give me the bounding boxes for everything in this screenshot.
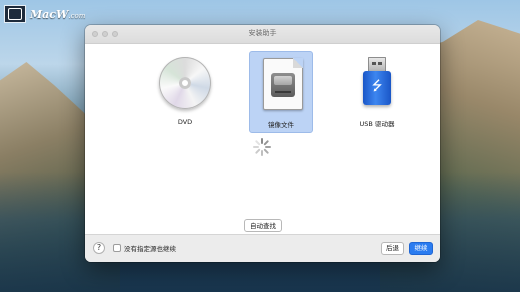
continue-without-source-label[interactable]: 没有指定源也继续 xyxy=(124,243,176,253)
loading-spinner-icon xyxy=(253,138,271,156)
dvd-disc-icon xyxy=(159,57,211,109)
option-dvd[interactable]: DVD xyxy=(153,51,217,133)
disk-image-file-icon xyxy=(263,58,303,110)
window-title: 安装助手 xyxy=(248,29,277,37)
watermark-logo: MacW.com xyxy=(4,5,85,23)
footer-bar: ? 没有指定源也继续 后退 继续 xyxy=(85,234,440,262)
watermark-text: MacW xyxy=(30,7,69,21)
option-disk-image-label: 镜像文件 xyxy=(268,121,294,129)
option-disk-image[interactable]: 镜像文件 xyxy=(249,51,313,133)
option-usb-drive-label: USB 驱动器 xyxy=(359,120,395,128)
auto-find-button[interactable]: 自动查找 xyxy=(244,219,282,232)
continue-without-source-checkbox[interactable] xyxy=(113,244,121,252)
title-bar[interactable]: 安装助手 xyxy=(85,25,440,44)
monitor-icon xyxy=(4,5,26,23)
installation-assistant-window: 安装助手 DVD 镜像文件 ⭍ USB 驱动器 自动查找 ? 没有指定源也继续 … xyxy=(85,25,440,262)
back-button[interactable]: 后退 xyxy=(381,242,404,255)
option-usb-drive[interactable]: ⭍ USB 驱动器 xyxy=(345,51,409,133)
watermark-suffix: .com xyxy=(68,11,86,20)
option-dvd-label: DVD xyxy=(177,118,193,126)
source-options: DVD 镜像文件 ⭍ USB 驱动器 xyxy=(153,51,409,133)
continue-button[interactable]: 继续 xyxy=(409,242,433,255)
help-button[interactable]: ? xyxy=(93,242,105,254)
content-area: DVD 镜像文件 ⭍ USB 驱动器 自动查找 xyxy=(85,44,440,235)
